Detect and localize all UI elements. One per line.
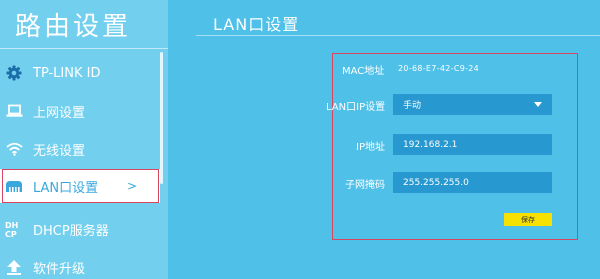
sidebar-scrollbar[interactable]	[160, 52, 163, 184]
sidebar-item-dhcp[interactable]: DH CP DHCP服务器	[0, 212, 160, 246]
dhcp-icon: DH CP	[5, 220, 23, 238]
sidebar-item-label: DHCP服务器	[33, 223, 109, 239]
subnet-mask-label: 子网掩码	[345, 180, 385, 191]
ip-address-value: 192.168.2.1	[403, 139, 458, 150]
sidebar-item-internet[interactable]: 上网设置	[0, 94, 160, 128]
save-button[interactable]: 保存	[504, 213, 552, 226]
sidebar-item-tplink-id[interactable]: TP-LINK ID	[0, 56, 160, 90]
dropdown-arrow-icon	[534, 102, 542, 107]
sidebar-item-label: 上网设置	[33, 105, 86, 121]
laptop-icon	[5, 102, 23, 120]
highlight-outline	[2, 169, 159, 203]
app-title: 路由设置	[15, 12, 132, 42]
page-title: LAN口设置	[213, 15, 300, 34]
header-divider	[196, 35, 600, 36]
lan-ip-mode-value: 手动	[403, 101, 422, 111]
subnet-mask-value: 255.255.255.0	[403, 177, 469, 188]
mac-value: 20-68-E7-42-C9-24	[398, 64, 480, 73]
sidebar: 路由设置 TP-LINK ID 上网设置 无线设置 LAN口设置 > DH CP…	[0, 0, 168, 279]
sidebar-item-label: 软件升级	[33, 261, 86, 277]
sidebar-item-label: 无线设置	[33, 143, 86, 159]
sidebar-item-wireless[interactable]: 无线设置	[0, 132, 160, 166]
upload-arrow-icon	[5, 258, 23, 276]
lan-ip-setting-label: LAN口IP设置	[326, 102, 386, 113]
lan-ip-mode-select[interactable]: 手动	[393, 94, 552, 115]
gear-icon	[5, 64, 23, 82]
svg-text:CP: CP	[5, 230, 17, 238]
subnet-mask-field[interactable]: 255.255.255.0	[393, 172, 552, 193]
sidebar-item-label: TP-LINK ID	[33, 65, 101, 81]
wifi-icon	[5, 140, 23, 158]
sidebar-item-upgrade[interactable]: 软件升级	[0, 250, 160, 279]
ip-label: IP地址	[356, 142, 385, 153]
svg-text:DH: DH	[5, 221, 18, 230]
ip-address-field[interactable]: 192.168.2.1	[393, 134, 552, 155]
mac-label: MAC地址	[342, 66, 385, 77]
sidebar-divider	[0, 48, 168, 49]
